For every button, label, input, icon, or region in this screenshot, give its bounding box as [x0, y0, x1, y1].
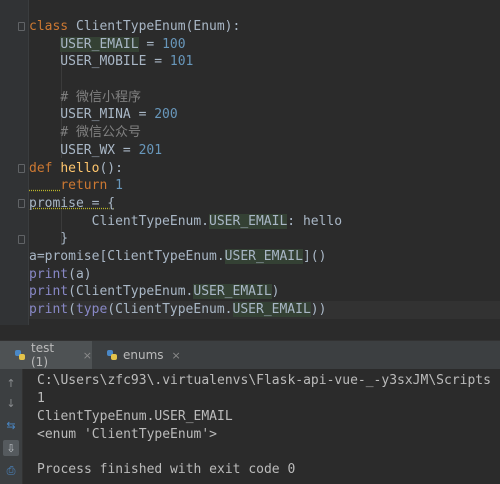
code-token: USER_WX = [29, 142, 139, 158]
code-token: USER_MINA = [29, 107, 155, 123]
editor-gutter [0, 0, 28, 325]
code-line: USER_EMAIL = 100 [29, 36, 500, 54]
code-token: 100 [162, 36, 186, 52]
tab-label: enums [123, 348, 164, 362]
code-token: 101 [169, 54, 194, 70]
code-line: print(ClientTypeEnum.USER_EMAIL) [29, 283, 500, 301]
code-line: def hello(): [29, 160, 500, 178]
code-token: ( [68, 302, 76, 317]
arrow-down-icon[interactable]: ↓ [3, 395, 19, 411]
code-token: class [29, 19, 76, 34]
code-line: } [29, 230, 500, 248]
code-token: USER_EMAIL [60, 36, 139, 52]
arrow-up-icon[interactable]: ↑ [3, 375, 19, 391]
code-token: 200 [154, 107, 178, 123]
code-token: = [138, 36, 163, 52]
soft-wrap-icon[interactable]: ⇆ [3, 417, 19, 433]
code-token: (ClientTypeEnum. [107, 302, 233, 317]
code-token: (a) [68, 266, 92, 282]
code-token: # 微信小程序 [60, 89, 141, 105]
code-token: USER_EMAIL [209, 213, 288, 229]
code-token: USER_EMAIL [232, 302, 311, 317]
code-token: USER_EMAIL [224, 248, 303, 264]
code-line: USER_MOBILE = 101 [29, 53, 500, 71]
console-line: 1 [37, 391, 45, 406]
tab-test-1[interactable]: test (1) × [0, 341, 92, 369]
console-output[interactable]: C:\Users\zfc93\.virtualenvs\Flask-api-vu… [23, 369, 500, 484]
code-token: (): [99, 160, 123, 176]
close-icon[interactable]: × [172, 349, 181, 362]
code-token: type [75, 302, 108, 317]
fold-icon[interactable] [18, 164, 25, 173]
code-token: : hello [287, 213, 343, 229]
python-icon [106, 349, 118, 361]
fold-icon[interactable] [18, 22, 25, 31]
code-token: def [29, 160, 61, 176]
code-line: return 1 [29, 177, 500, 195]
code-line: print(type(ClientTypeEnum.USER_EMAIL)) [29, 301, 500, 319]
console-line: Process finished with exit code 0 [37, 462, 296, 477]
code-token: } [29, 231, 69, 247]
code-token: promise = { [29, 195, 116, 211]
console-line: C:\Users\zfc93\.virtualenvs\Flask-api-vu… [37, 373, 491, 388]
tab-enums[interactable]: enums × [92, 341, 182, 369]
console-line: ClientTypeEnum.USER_EMAIL [37, 409, 233, 424]
tab-label: test (1) [31, 341, 55, 369]
code-token: print [29, 284, 69, 300]
code-line: promise = { [29, 195, 500, 213]
code-token: 1 [115, 178, 123, 194]
code-token: USER_MOBILE = [29, 54, 170, 70]
close-icon[interactable]: × [83, 349, 92, 362]
pycharm-window: class ClientTypeEnum(Enum): USER_EMAIL =… [0, 0, 500, 484]
code-line: USER_WX = 201 [29, 142, 500, 160]
python-icon [14, 349, 26, 361]
scroll-to-end-icon[interactable]: ⇩ [3, 440, 19, 456]
code-editor[interactable]: class ClientTypeEnum(Enum): USER_EMAIL =… [0, 0, 500, 325]
print-icon[interactable]: ⎙ [3, 463, 19, 479]
code-line: # 微信公众号 [29, 124, 500, 142]
code-token: )) [310, 302, 327, 317]
console-line: <enum 'ClientTypeEnum'> [37, 427, 218, 442]
run-toolbar: ↑ ↓ ⇆ ⇩ ⎙ [0, 369, 23, 484]
code-token: ) [271, 284, 280, 300]
code-token: a=promise[ClientTypeEnum. [29, 248, 225, 264]
code-line: USER_MINA = 200 [29, 106, 500, 124]
code-token: ClientTypeEnum(Enum): [75, 19, 241, 34]
code-line: print(a) [29, 266, 500, 284]
code-token: ClientTypeEnum. [29, 213, 210, 229]
code-token: hello [60, 160, 100, 176]
code-token: ]() [302, 248, 327, 264]
code-line: # 微信小程序 [29, 89, 500, 107]
code-lines: class ClientTypeEnum(Enum): USER_EMAIL =… [29, 18, 500, 319]
code-token: USER_EMAIL [193, 284, 272, 300]
code-token: # 微信公众号 [60, 125, 141, 141]
code-token: 201 [138, 142, 163, 158]
code-token: (ClientTypeEnum. [68, 284, 194, 300]
code-token: return [60, 178, 116, 194]
run-tab-bar: test (1) × enums × [0, 340, 500, 370]
code-token: print [29, 266, 69, 282]
code-line: class ClientTypeEnum(Enum): [29, 18, 500, 36]
fold-icon[interactable] [18, 235, 25, 244]
code-line: ClientTypeEnum.USER_EMAIL: hello [29, 213, 500, 231]
fold-icon[interactable] [18, 199, 25, 208]
code-token: print [29, 302, 69, 317]
code-line: a=promise[ClientTypeEnum.USER_EMAIL]() [29, 248, 500, 266]
